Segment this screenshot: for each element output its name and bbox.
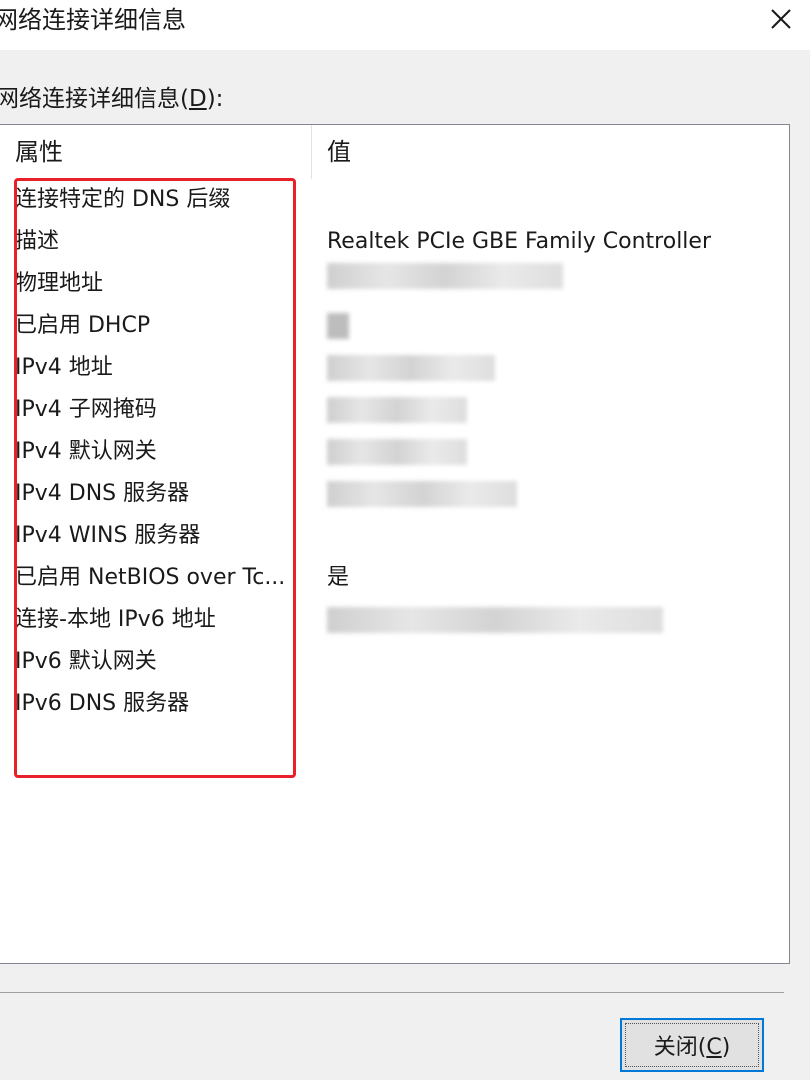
row-property: IPv6 DNS 服务器 bbox=[15, 691, 190, 716]
redacted-value bbox=[327, 481, 517, 507]
list-row[interactable]: 已启用 NetBIOS over Tc... 是 bbox=[0, 557, 789, 599]
row-property: IPv4 DNS 服务器 bbox=[15, 481, 190, 506]
redacted-value bbox=[327, 263, 563, 289]
column-header-value[interactable]: 值 bbox=[327, 125, 351, 179]
list-row[interactable]: 连接特定的 DNS 后缀 bbox=[0, 179, 789, 221]
list-row[interactable]: IPv6 DNS 服务器 bbox=[0, 683, 789, 725]
close-button-suffix: ) bbox=[721, 1035, 731, 1060]
list-row[interactable]: 已启用 DHCP bbox=[0, 305, 789, 347]
redacted-value bbox=[327, 607, 663, 633]
row-property: 已启用 NetBIOS over Tc... bbox=[15, 565, 286, 590]
redacted-value bbox=[327, 439, 467, 465]
row-property: IPv4 WINS 服务器 bbox=[15, 523, 201, 548]
redacted-value bbox=[327, 313, 349, 339]
close-button[interactable]: 关闭(C) bbox=[620, 1018, 764, 1072]
close-icon[interactable] bbox=[764, 2, 798, 36]
list-row[interactable]: 描述 Realtek PCIe GBE Family Controller bbox=[0, 221, 789, 263]
redacted-value bbox=[327, 355, 495, 381]
details-label-text: 网络连接详细信息( bbox=[0, 86, 189, 112]
window-title: 网络连接详细信息 bbox=[0, 6, 186, 34]
title-bar: 网络连接详细信息 bbox=[0, 0, 810, 50]
redacted-value bbox=[327, 397, 467, 423]
row-property: 连接-本地 IPv6 地址 bbox=[15, 607, 216, 632]
footer-separator bbox=[0, 992, 784, 993]
row-property: 连接特定的 DNS 后缀 bbox=[15, 187, 231, 212]
row-property: 物理地址 bbox=[15, 271, 104, 296]
details-label-suffix: ): bbox=[206, 86, 224, 112]
row-property: 描述 bbox=[15, 229, 60, 254]
details-label-mnemonic: D bbox=[188, 86, 207, 112]
list-row[interactable]: IPv6 默认网关 bbox=[0, 641, 789, 683]
row-property: IPv4 地址 bbox=[15, 355, 113, 380]
row-property: 已启用 DHCP bbox=[15, 313, 151, 338]
close-button-label: 关闭( bbox=[653, 1035, 707, 1060]
column-divider[interactable] bbox=[311, 125, 312, 179]
row-property: IPv6 默认网关 bbox=[15, 649, 157, 674]
column-header-property[interactable]: 属性 bbox=[15, 125, 63, 179]
details-list[interactable]: 属性 值 连接特定的 DNS 后缀 描述 Realtek PCIe GBE Fa… bbox=[0, 124, 790, 964]
row-value: Realtek PCIe GBE Family Controller bbox=[327, 229, 712, 254]
row-value: 是 bbox=[327, 565, 350, 590]
list-row[interactable]: IPv4 WINS 服务器 bbox=[0, 515, 789, 557]
row-property: IPv4 默认网关 bbox=[15, 439, 157, 464]
close-button-mnemonic: C bbox=[706, 1035, 722, 1060]
row-property: IPv4 子网掩码 bbox=[15, 397, 157, 422]
details-label: 网络连接详细信息(D): bbox=[0, 84, 223, 114]
